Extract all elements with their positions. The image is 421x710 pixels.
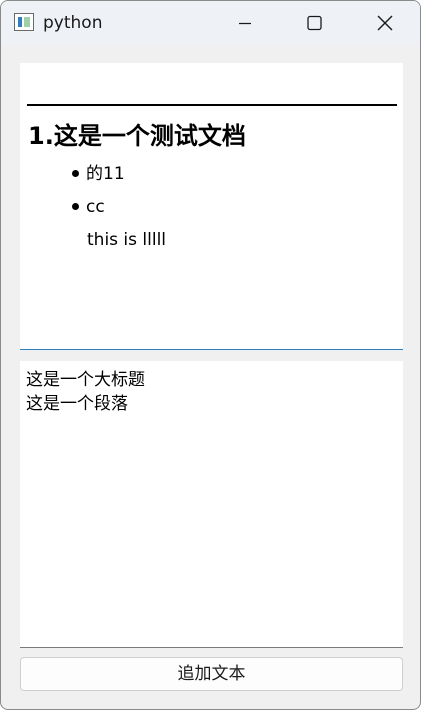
document-paragraph: this is lllll <box>87 230 167 250</box>
bullet-icon <box>72 170 79 177</box>
maximize-icon <box>307 15 322 31</box>
document-heading: 1.这是一个测试文档 <box>28 122 246 150</box>
bullet-icon <box>72 203 79 210</box>
minimize-icon <box>239 22 251 25</box>
app-window: python 1.这是一个测试文档 的11 cc this is lllll 这… <box>0 0 421 710</box>
text-line: 这是一个大标题 <box>26 370 145 390</box>
list-item-label: cc <box>86 197 105 217</box>
text-edit-area[interactable]: 这是一个大标题 这是一个段落 <box>20 361 403 648</box>
append-text-button[interactable]: 追加文本 <box>20 657 403 691</box>
list-item-label: 的11 <box>86 164 125 184</box>
window-title: python <box>43 13 103 33</box>
close-icon <box>377 15 393 31</box>
minimize-button[interactable] <box>213 1 277 45</box>
close-button[interactable] <box>353 1 417 45</box>
document-viewer[interactable]: 1.这是一个测试文档 的11 cc this is lllll <box>20 63 403 350</box>
text-line: 这是一个段落 <box>26 394 128 414</box>
horizontal-rule <box>27 104 397 106</box>
maximize-button[interactable] <box>283 1 347 45</box>
python-app-icon <box>14 13 34 31</box>
title-bar[interactable]: python <box>1 1 420 45</box>
